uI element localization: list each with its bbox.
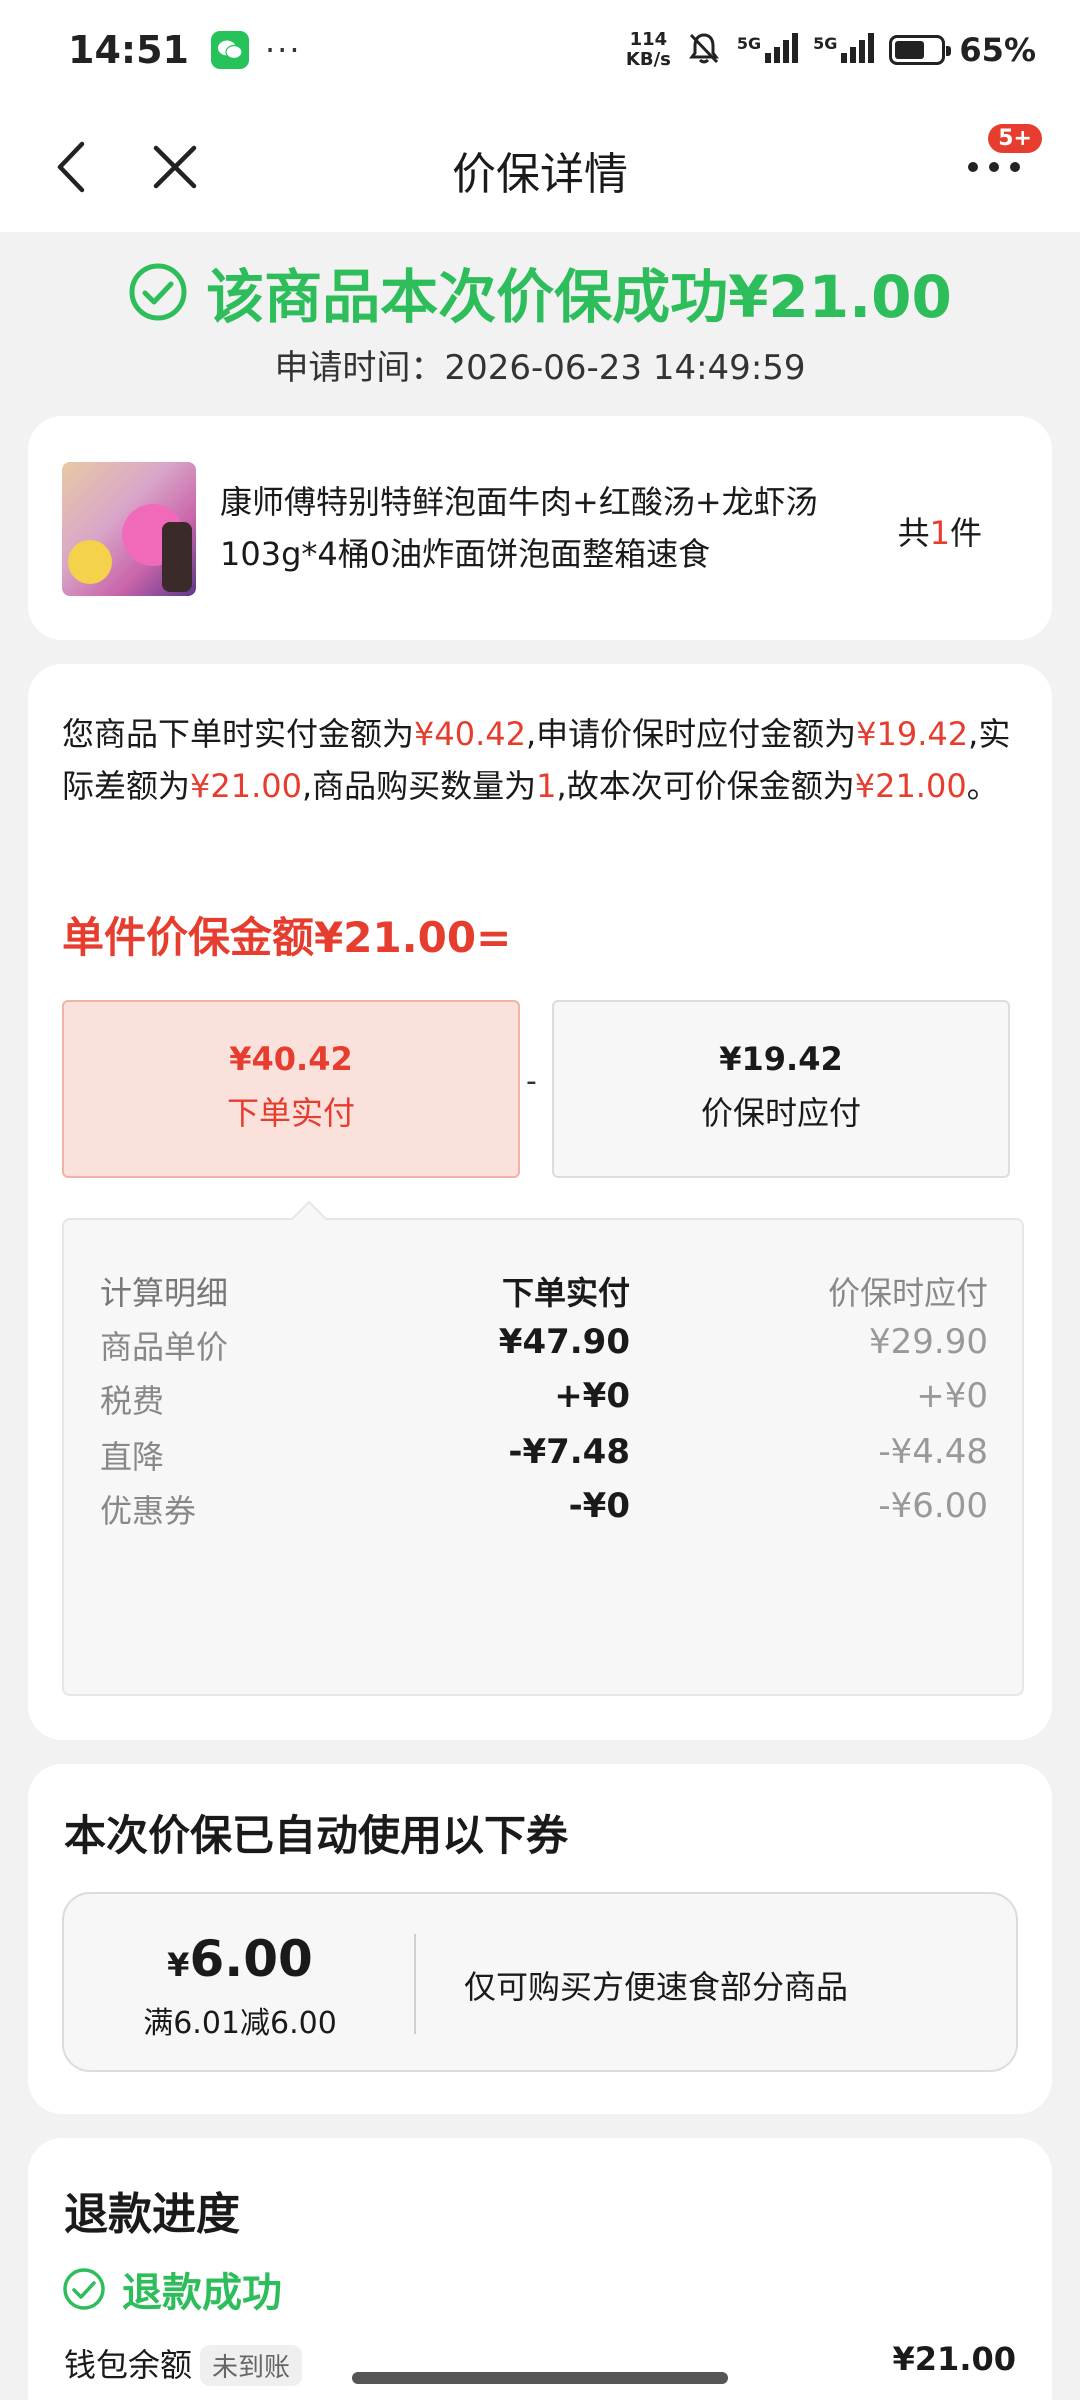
paid-box-label: 下单实付 bbox=[226, 1094, 355, 1132]
more-notifications-icon: ··· bbox=[264, 31, 302, 69]
coupon-description: 仅可购买方便速食部分商品 bbox=[464, 1968, 849, 2006]
refund-row-label: 钱包余额 bbox=[64, 2346, 193, 2384]
calc-row-tax: 税费 +¥0 +¥0 bbox=[64, 1376, 1022, 1436]
nav-bar: 价保详情 5+ bbox=[0, 100, 1080, 232]
calc-row-coupon: 优惠券 -¥0 -¥6.00 bbox=[64, 1486, 1022, 1546]
calc-row-protect: ¥29.90 bbox=[869, 1322, 988, 1362]
success-text: 该商品本次价保成功¥21.00 bbox=[206, 263, 952, 331]
price-description: 您商品下单时实付金额为¥40.42,申请价保时应付金额为¥19.42,实际差额为… bbox=[62, 708, 1022, 812]
status-bar: 14:51 ··· 114 KB/s 5G 5G 65% bbox=[0, 0, 1080, 100]
calc-row-label: 直降 bbox=[100, 1438, 165, 1476]
network-speed-unit: KB/s bbox=[625, 49, 671, 70]
refund-row-amount: ¥21.00 bbox=[892, 2340, 1016, 2378]
paid-box[interactable]: ¥40.42 下单实付 bbox=[62, 1000, 520, 1178]
coupon-yen: ¥ bbox=[167, 1946, 190, 1984]
calc-row-discount: 直降 -¥7.48 -¥4.48 bbox=[64, 1432, 1022, 1492]
coupon-divider bbox=[414, 1934, 416, 2034]
desc-text: ,商品购买数量为 bbox=[301, 767, 537, 805]
coupon-condition: 满6.01减6.00 bbox=[143, 2006, 337, 2041]
calc-row-unit-price: 商品单价 ¥47.90 ¥29.90 bbox=[64, 1322, 1022, 1382]
qty-number: 1 bbox=[929, 514, 950, 552]
network-speed: 114 KB/s bbox=[626, 30, 671, 70]
protect-box[interactable]: ¥19.42 价保时应付 bbox=[552, 1000, 1010, 1178]
desc-text: 。 bbox=[966, 767, 999, 805]
coupon-amount-value: 6.00 bbox=[189, 1930, 313, 1988]
status-indicators: 114 KB/s 5G 5G 65% bbox=[626, 29, 1036, 71]
coupon-card: 本次价保已自动使用以下券 ¥6.00 满6.01减6.00 仅可购买方便速食部分… bbox=[28, 1764, 1052, 2114]
qty-prefix: 共 bbox=[897, 514, 930, 552]
calc-header-paid: 下单实付 bbox=[501, 1274, 630, 1312]
refund-status: 退款成功 bbox=[62, 2260, 282, 2318]
paid-box-amount: ¥40.42 bbox=[229, 1040, 353, 1078]
signal-1-icon bbox=[765, 33, 799, 67]
diff-amount: ¥21.00 bbox=[190, 767, 302, 805]
coupon-amount: ¥6.00 bbox=[64, 1930, 416, 1988]
page-title: 价保详情 bbox=[452, 149, 628, 200]
success-banner: 该商品本次价保成功¥21.00 bbox=[0, 250, 1080, 334]
qty-suffix: 件 bbox=[949, 514, 982, 552]
check-circle-icon bbox=[129, 263, 187, 321]
refund-card: 退款进度 退款成功 钱包余额 未到账 ¥21.00 bbox=[28, 2138, 1052, 2400]
calc-header-row: 计算明细 下单实付 价保时应付 bbox=[64, 1268, 1022, 1328]
battery-percent: 65% bbox=[959, 31, 1036, 69]
desc-text: ,故本次可价保金额为 bbox=[556, 767, 855, 805]
wechat-notification-icon bbox=[210, 31, 249, 69]
calc-row-protect: +¥0 bbox=[916, 1376, 988, 1416]
total-amount: ¥21.00 bbox=[854, 767, 967, 805]
calc-row-label: 优惠券 bbox=[100, 1492, 197, 1530]
desc-text: 您商品下单时实付金额为 bbox=[62, 715, 415, 753]
desc-text: ,申请价保时应付金额为 bbox=[525, 715, 857, 753]
apply-time: 申请时间：2026-06-23 14:49:59 bbox=[274, 348, 806, 388]
calc-row-protect: -¥4.48 bbox=[878, 1432, 988, 1472]
protect-box-amount: ¥19.42 bbox=[719, 1040, 843, 1078]
refund-row-tag: 未到账 bbox=[200, 2345, 303, 2386]
check-circle-icon bbox=[63, 2268, 105, 2310]
battery-icon bbox=[889, 35, 952, 65]
refund-section-title: 退款进度 bbox=[64, 2189, 240, 2240]
protect-amount: ¥19.42 bbox=[856, 715, 969, 753]
mute-bell-icon bbox=[685, 29, 723, 71]
product-card[interactable]: 康师傅特别特鲜泡面牛肉+红酸汤+龙虾汤103g*4桶0油炸面饼泡面整箱速食 共1… bbox=[28, 416, 1052, 640]
calc-row-paid: -¥7.48 bbox=[508, 1432, 630, 1472]
calc-row-label: 税费 bbox=[100, 1382, 165, 1420]
message-count-badge: 5+ bbox=[988, 124, 1042, 153]
calc-row-paid: ¥47.90 bbox=[498, 1322, 630, 1362]
calc-row-paid: +¥0 bbox=[554, 1376, 630, 1416]
status-time: 14:51 bbox=[68, 28, 189, 72]
signal-2-label: 5G bbox=[813, 33, 838, 53]
calc-row-protect: -¥6.00 bbox=[878, 1486, 988, 1526]
network-speed-value: 114 bbox=[629, 29, 668, 50]
unit-protect-title: 单件价保金额¥21.00= bbox=[62, 913, 512, 962]
product-quantity: 共1件 bbox=[898, 508, 982, 554]
coupon-item[interactable]: ¥6.00 满6.01减6.00 仅可购买方便速食部分商品 bbox=[62, 1892, 1018, 2072]
more-menu-icon[interactable] bbox=[968, 162, 1020, 176]
refund-status-text: 退款成功 bbox=[122, 2270, 282, 2316]
coupon-section-title: 本次价保已自动使用以下券 bbox=[64, 1811, 569, 1860]
home-indicator[interactable] bbox=[352, 2372, 728, 2384]
calc-row-paid: -¥0 bbox=[568, 1486, 630, 1526]
protect-box-label: 价保时应付 bbox=[700, 1094, 861, 1132]
product-image[interactable] bbox=[62, 462, 196, 596]
paid-amount: ¥40.42 bbox=[414, 715, 526, 753]
calculation-table: 计算明细 下单实付 价保时应付 商品单价 ¥47.90 ¥29.90 税费 +¥… bbox=[62, 1218, 1024, 1696]
minus-sign: - bbox=[526, 1064, 537, 1099]
price-detail-card: 您商品下单时实付金额为¥40.42,申请价保时应付金额为¥19.42,实际差额为… bbox=[28, 664, 1052, 1740]
signal-1-label: 5G bbox=[736, 33, 762, 53]
product-name: 康师傅特别特鲜泡面牛肉+红酸汤+龙虾汤103g*4桶0油炸面饼泡面整箱速食 bbox=[220, 483, 818, 573]
signal-2-icon bbox=[841, 33, 875, 67]
calc-header-protect: 价保时应付 bbox=[827, 1274, 988, 1312]
purchase-qty: 1 bbox=[536, 767, 557, 805]
calc-row-label: 商品单价 bbox=[100, 1328, 229, 1366]
calc-header-item: 计算明细 bbox=[100, 1274, 229, 1312]
